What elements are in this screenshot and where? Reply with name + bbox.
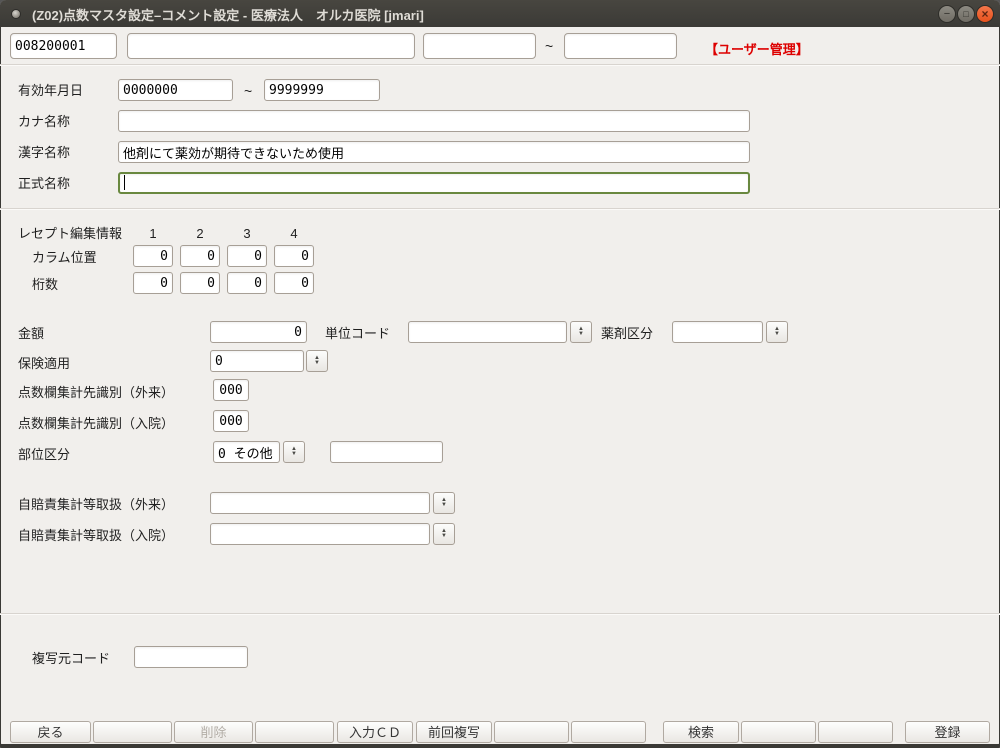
tensu-inpatient-label: 点数欄集計先識別（入院） bbox=[18, 416, 174, 432]
text-cursor bbox=[124, 175, 125, 190]
drug-class-input[interactable] bbox=[672, 321, 763, 343]
name-search-input[interactable] bbox=[127, 33, 415, 59]
blank-button-6[interactable] bbox=[818, 721, 893, 743]
back-button[interactable]: 戻る bbox=[10, 721, 91, 743]
body-part-input[interactable] bbox=[213, 441, 280, 463]
receipt-col-1: 1 bbox=[133, 226, 173, 241]
code-input[interactable] bbox=[10, 33, 117, 59]
spin-down-icon: ▼ bbox=[441, 503, 447, 508]
kanji-name-input[interactable] bbox=[118, 141, 750, 163]
register-button[interactable]: 登録 bbox=[905, 721, 990, 743]
kana-name-label: カナ名称 bbox=[18, 114, 70, 130]
receipt-edit-label: レセプト編集情報 bbox=[18, 226, 122, 242]
close-icon: × bbox=[981, 8, 988, 20]
close-button[interactable]: × bbox=[976, 5, 994, 23]
jibai-outpatient-label: 自賠責集計等取扱（外来） bbox=[18, 497, 174, 513]
maximize-button[interactable]: □ bbox=[957, 5, 975, 23]
spin-down-icon: ▼ bbox=[578, 332, 584, 337]
amount-input[interactable] bbox=[210, 321, 307, 343]
valid-date-tilde: ~ bbox=[244, 83, 252, 99]
body-part-label: 部位区分 bbox=[18, 447, 70, 463]
titlebar: (Z02)点数マスタ設定–コメント設定 - 医療法人 オルカ医院 [jmari]… bbox=[0, 0, 1000, 27]
spin-down-icon: ▼ bbox=[291, 452, 297, 457]
spin-down-icon: ▼ bbox=[314, 361, 320, 366]
insurance-label: 保険適用 bbox=[18, 356, 70, 372]
tensu-outpatient-label: 点数欄集計先識別（外来） bbox=[18, 385, 174, 401]
unit-code-label: 単位コード bbox=[325, 326, 390, 342]
delete-button: 削除 bbox=[174, 721, 253, 743]
column-position-input-4[interactable] bbox=[274, 245, 314, 267]
tensu-inpatient-input[interactable] bbox=[213, 410, 249, 432]
receipt-col-3: 3 bbox=[227, 226, 267, 241]
window-title: (Z02)点数マスタ設定–コメント設定 - 医療法人 オルカ医院 [jmari] bbox=[32, 5, 424, 24]
digits-input-4[interactable] bbox=[274, 272, 314, 294]
jibai-inpatient-spinner[interactable]: ▲ ▼ bbox=[433, 523, 455, 545]
jibai-inpatient-label: 自賠責集計等取扱（入院） bbox=[18, 528, 174, 544]
kana-name-input[interactable] bbox=[118, 110, 750, 132]
digits-input-1[interactable] bbox=[133, 272, 173, 294]
search-button[interactable]: 検索 bbox=[663, 721, 739, 743]
minimize-icon: − bbox=[944, 9, 950, 20]
formal-name-input[interactable] bbox=[118, 172, 750, 194]
valid-date-to-input[interactable] bbox=[264, 79, 380, 101]
blank-button-2[interactable] bbox=[255, 721, 334, 743]
tensu-outpatient-input[interactable] bbox=[213, 379, 249, 401]
receipt-col-2: 2 bbox=[180, 226, 220, 241]
divider-middle bbox=[0, 208, 1000, 209]
formal-name-label: 正式名称 bbox=[18, 176, 70, 192]
valid-date-label: 有効年月日 bbox=[18, 83, 83, 99]
digits-label: 桁数 bbox=[32, 277, 58, 293]
receipt-col-4: 4 bbox=[274, 226, 314, 241]
minimize-button[interactable]: − bbox=[938, 5, 956, 23]
body-part-spinner[interactable]: ▲ ▼ bbox=[283, 441, 305, 463]
amount-label: 金額 bbox=[18, 326, 44, 342]
insurance-spinner[interactable]: ▲ ▼ bbox=[306, 350, 328, 372]
column-position-input-1[interactable] bbox=[133, 245, 173, 267]
previous-copy-button[interactable]: 前回複写 bbox=[416, 721, 492, 743]
copy-source-input[interactable] bbox=[134, 646, 248, 668]
blank-button-4[interactable] bbox=[571, 721, 646, 743]
blank-button-5[interactable] bbox=[741, 721, 816, 743]
valid-date-from-input[interactable] bbox=[118, 79, 233, 101]
window-menu-icon[interactable] bbox=[11, 9, 21, 19]
divider-top bbox=[0, 64, 1000, 65]
jibai-inpatient-input[interactable] bbox=[210, 523, 430, 545]
drug-class-spinner[interactable]: ▲ ▼ bbox=[766, 321, 788, 343]
blank-button-3[interactable] bbox=[494, 721, 569, 743]
user-admin-label: 【ユーザー管理】 bbox=[705, 39, 809, 58]
column-position-input-3[interactable] bbox=[227, 245, 267, 267]
divider-bottom bbox=[0, 613, 1000, 614]
application-window: (Z02)点数マスタ設定–コメント設定 - 医療法人 オルカ医院 [jmari]… bbox=[0, 0, 1000, 748]
jibai-outpatient-input[interactable] bbox=[210, 492, 430, 514]
range-start-input[interactable] bbox=[423, 33, 536, 59]
unit-code-spinner[interactable]: ▲ ▼ bbox=[570, 321, 592, 343]
insurance-input[interactable] bbox=[210, 350, 304, 372]
digits-input-2[interactable] bbox=[180, 272, 220, 294]
jibai-outpatient-spinner[interactable]: ▲ ▼ bbox=[433, 492, 455, 514]
body-part-extra-input[interactable] bbox=[330, 441, 443, 463]
copy-source-label: 複写元コード bbox=[32, 651, 110, 667]
input-cd-button[interactable]: 入力ＣＤ bbox=[337, 721, 413, 743]
blank-button-1[interactable] bbox=[93, 721, 172, 743]
unit-code-input[interactable] bbox=[408, 321, 567, 343]
column-position-label: カラム位置 bbox=[32, 250, 97, 266]
spin-down-icon: ▼ bbox=[774, 332, 780, 337]
header-tilde: ~ bbox=[545, 38, 553, 54]
drug-class-label: 薬剤区分 bbox=[601, 326, 653, 342]
column-position-input-2[interactable] bbox=[180, 245, 220, 267]
kanji-name-label: 漢字名称 bbox=[18, 145, 70, 161]
maximize-icon: □ bbox=[963, 10, 968, 19]
digits-input-3[interactable] bbox=[227, 272, 267, 294]
range-end-input[interactable] bbox=[564, 33, 677, 59]
spin-down-icon: ▼ bbox=[441, 534, 447, 539]
